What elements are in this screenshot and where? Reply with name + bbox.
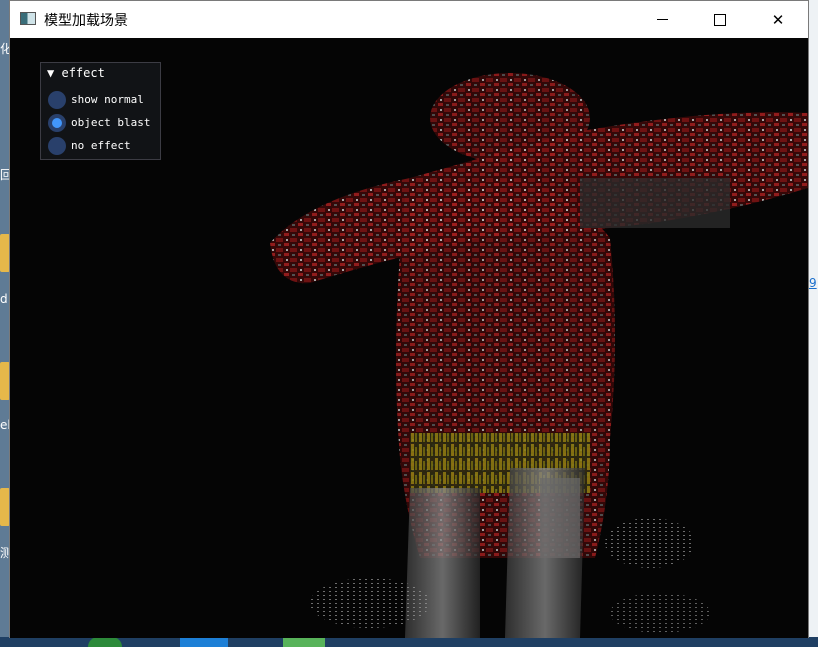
model-head [430,73,590,163]
taskbar-app-icon[interactable] [283,637,325,647]
model-wire-fragment [310,578,430,628]
close-icon: ✕ [771,10,785,29]
radio-no-effect[interactable]: no effect [48,136,131,155]
model-wire-fragment [605,518,695,568]
maximize-icon [714,13,726,26]
radio-show-normal[interactable]: show normal [48,90,144,109]
radio-object-blast[interactable]: object blast [48,113,150,132]
radio-label: object blast [71,116,151,129]
close-button[interactable]: ✕ [755,1,801,38]
maximize-button[interactable] [697,1,743,38]
panel-title: effect [61,66,105,80]
model-hip-panel [540,478,580,558]
collapse-arrow-icon[interactable]: ▼ [47,66,54,80]
model-wire-fragment [610,593,710,633]
minimize-icon [656,19,668,20]
taskbar-app-icon[interactable] [180,637,228,647]
taskbar-chrome-icon[interactable] [88,637,122,647]
app-window-icon [20,12,36,25]
title-bar[interactable]: 模型加载场景 ✕ [10,1,808,38]
panel-header[interactable]: ▼ effect [47,66,105,82]
radio-label: show normal [71,93,144,106]
window-title: 模型加载场景 [44,13,128,29]
effect-panel: ▼ effect show normal object blast no eff… [40,62,161,160]
model-arm-panel [580,178,730,228]
radio-button[interactable] [48,90,66,109]
background-link[interactable]: 9 [809,276,817,290]
radio-button-selected[interactable] [48,113,66,132]
taskbar [0,637,818,647]
minimize-button[interactable] [639,1,685,38]
desktop-icon-label: d [0,292,8,306]
app-window: 模型加载场景 ✕ ▼ effect show normal object bla… [9,0,809,638]
radio-button[interactable] [48,136,66,155]
background-window-right [809,0,818,647]
radio-label: no effect [71,139,131,152]
